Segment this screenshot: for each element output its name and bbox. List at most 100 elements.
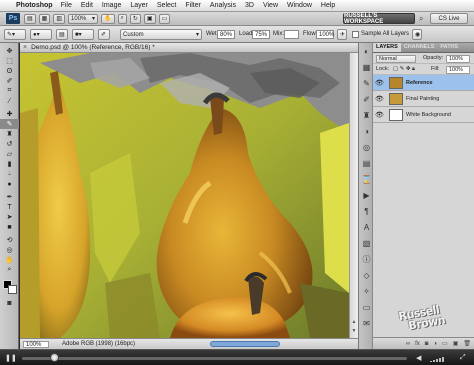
menu-analysis[interactable]: Analysis <box>210 2 236 9</box>
tool-preset-picker[interactable]: ✎▾ <box>4 29 26 40</box>
paragraph-panel-button[interactable]: ¶ <box>359 203 374 219</box>
notes-panel-button[interactable]: ✉ <box>359 315 374 331</box>
menu-select[interactable]: Select <box>157 2 176 9</box>
animation-panel-button[interactable]: ▭ <box>359 299 374 315</box>
extras-button[interactable]: ▥ <box>53 13 66 24</box>
brush-panel-toggle[interactable]: ▤ <box>56 29 68 40</box>
eyedropper-tool[interactable]: ⁄ <box>0 96 19 106</box>
trash-icon[interactable]: 🗑︎ <box>463 340 471 347</box>
eye-icon[interactable]: 👁︎ <box>373 95 386 103</box>
folder-icon[interactable]: ▭ <box>442 340 448 347</box>
color-panel-button[interactable]: ◐ <box>359 43 374 59</box>
character-panel-button[interactable]: A <box>359 219 374 235</box>
quick-mask-button[interactable]: ◙ <box>0 298 19 308</box>
document-tab[interactable]: × Demo.psd @ 100% (Reference, RGB/16) * <box>20 43 358 53</box>
clone-stamp-tool[interactable]: ♜ <box>0 129 19 139</box>
styles-panel-button[interactable]: ▤ <box>359 155 374 171</box>
minibridge-button[interactable]: ▦ <box>38 13 51 24</box>
3d-orbit-tool[interactable]: ◎ <box>0 245 19 255</box>
type-tool[interactable]: T <box>0 202 19 212</box>
marquee-tool[interactable]: ⬚ <box>0 56 19 66</box>
menu-filter[interactable]: Filter <box>185 2 201 9</box>
tab-channels[interactable]: CHANNELS <box>401 43 438 52</box>
flow-input[interactable]: 100% <box>316 30 334 39</box>
background-color-swatch[interactable] <box>8 285 17 294</box>
eye-icon[interactable]: 👁︎ <box>373 111 386 119</box>
dodge-tool[interactable]: ● <box>0 179 19 189</box>
history-brush-tool[interactable]: ↺ <box>0 139 19 149</box>
wet-input[interactable]: 80% <box>217 30 235 39</box>
video-progress-knob[interactable] <box>50 353 59 362</box>
zoom-level-select[interactable]: 100% ▾ <box>68 13 99 24</box>
path-selection-tool[interactable]: ➤ <box>0 212 19 222</box>
menu-window[interactable]: Window <box>287 2 312 9</box>
layer-row-reference[interactable]: 👁︎ Reference <box>373 75 474 91</box>
quick-selection-tool[interactable]: ✐ <box>0 76 19 86</box>
3d-rotate-tool[interactable]: ⟲ <box>0 235 19 245</box>
lock-icons[interactable]: ▢ ✎ ✥ 🔒︎ <box>393 66 415 73</box>
tab-layers[interactable]: LAYERS <box>373 43 401 52</box>
airbrush-toggle[interactable]: ✈ <box>337 29 347 40</box>
canvas[interactable] <box>20 53 349 338</box>
layer-row-white-background[interactable]: 👁︎ White Background <box>373 107 474 123</box>
current-brush-load[interactable]: ■▾ <box>72 29 94 40</box>
mix-input[interactable] <box>284 30 299 39</box>
new-layer-icon[interactable]: ▣ <box>453 340 459 347</box>
status-zoom-field[interactable]: 100% <box>23 341 49 348</box>
fullscreen-icon[interactable]: ⤢ <box>460 354 466 362</box>
tablet-pressure-toggle[interactable]: ◉ <box>412 29 422 40</box>
link-layers-icon[interactable]: ∞ <box>406 341 410 347</box>
lasso-tool[interactable]: ʘ <box>0 66 19 76</box>
hand-tool[interactable]: ✋ <box>0 255 19 265</box>
fill-input[interactable]: 100% <box>446 66 470 74</box>
zoom-view-button[interactable]: ⌕ <box>117 13 127 24</box>
video-progress-track[interactable] <box>22 357 407 360</box>
tool-presets-button[interactable]: ✧ <box>359 283 374 299</box>
menu-help[interactable]: Help <box>321 2 335 9</box>
search-icon[interactable]: ⌕ <box>419 14 423 24</box>
color-swatches[interactable] <box>0 278 19 298</box>
pen-tool[interactable]: ✒ <box>0 192 19 202</box>
blend-preset-select[interactable]: Custom ▾ <box>120 29 202 40</box>
eye-icon[interactable]: 👁︎ <box>373 79 386 87</box>
sample-all-layers-checkbox[interactable] <box>352 31 359 38</box>
mask-icon[interactable]: ◙ <box>425 341 429 347</box>
blur-tool[interactable]: 💧︎ <box>0 169 19 179</box>
shape-tool[interactable]: ■ <box>0 222 19 232</box>
status-profile[interactable]: Adobe RGB (1998) (16bpc) <box>62 341 135 348</box>
adjustment-layer-icon[interactable]: ◑ <box>433 341 437 347</box>
layer-comps-button[interactable]: ▧ <box>359 235 374 251</box>
healing-brush-tool[interactable]: ✚ <box>0 109 19 119</box>
menu-file[interactable]: File <box>61 2 72 9</box>
opacity-input[interactable]: 100% <box>446 55 470 63</box>
menu-layer[interactable]: Layer <box>130 2 148 9</box>
menu-app-name[interactable]: Photoshop <box>16 2 53 9</box>
adjustments-panel-button[interactable]: ◑ <box>359 123 374 139</box>
workspace-switcher-button[interactable]: RUSSELL'S WORKSPACE <box>343 13 415 25</box>
scroll-down-arrow-icon[interactable]: ▼ <box>351 328 357 334</box>
blend-mode-select[interactable]: Normal <box>376 55 416 63</box>
horizontal-scrollbar-thumb[interactable] <box>210 341 280 347</box>
brush-panel-button[interactable]: ✎ <box>359 75 374 91</box>
mixer-brush-tool[interactable]: ✎ <box>0 119 19 129</box>
gradient-tool[interactable]: ▮ <box>0 159 19 169</box>
move-tool[interactable]: ✥ <box>0 46 19 56</box>
fx-icon[interactable]: fx <box>415 341 420 347</box>
volume-bars[interactable] <box>430 355 452 362</box>
tab-paths[interactable]: PATHS <box>437 43 461 52</box>
actions-panel-button[interactable]: ▶ <box>359 187 374 203</box>
menu-image[interactable]: Image <box>102 2 121 9</box>
load-brush-toggle[interactable]: ✐ <box>98 29 110 40</box>
brush-presets-button[interactable]: ✐ <box>359 91 374 107</box>
bridge-button[interactable]: ▤ <box>24 13 36 24</box>
load-input[interactable]: 75% <box>252 30 270 39</box>
close-icon[interactable]: × <box>23 44 27 51</box>
screen-mode-button[interactable]: ▭ <box>158 13 171 24</box>
history-panel-button[interactable]: ⌛ <box>359 171 374 187</box>
brush-preset-picker[interactable]: ●▾ <box>30 29 52 40</box>
menu-edit[interactable]: Edit <box>81 2 93 9</box>
scroll-up-arrow-icon[interactable]: ▲ <box>351 319 357 325</box>
eraser-tool[interactable]: ▱ <box>0 149 19 159</box>
speaker-icon[interactable]: ◀ <box>416 354 421 362</box>
cs-live-button[interactable]: CS Live <box>430 13 468 24</box>
